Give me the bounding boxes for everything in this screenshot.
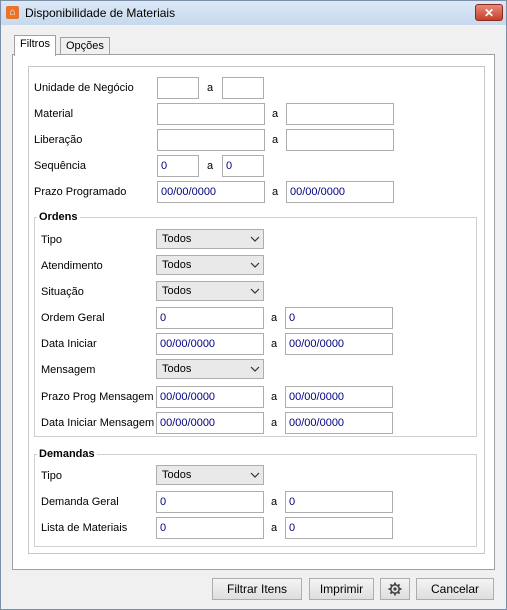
range-separator: a: [271, 338, 278, 350]
sequencia-label: Sequência: [34, 160, 86, 172]
prazo-label: Prazo Programado: [34, 186, 127, 198]
data-ini-msg-label: Data Iniciar Mensagem: [41, 417, 155, 429]
situacao-select[interactable]: Todos: [156, 281, 264, 301]
mensagem-label: Mensagem: [41, 364, 96, 376]
chevron-down-icon: [250, 288, 260, 294]
chevron-down-icon: [250, 366, 260, 372]
title-bar[interactable]: ⌂ Disponibilidade de Materiais ✕: [1, 1, 506, 25]
prazo-msg-to-input[interactable]: 00/00/0000: [285, 386, 393, 408]
filtrar-itens-button[interactable]: Filtrar Itens: [212, 578, 302, 600]
lista-materiais-from-input[interactable]: 0: [156, 517, 264, 539]
chevron-down-icon: [250, 262, 260, 268]
atendimento-value: Todos: [162, 259, 192, 271]
ordens-tipo-value: Todos: [162, 233, 192, 245]
unidade-from-input[interactable]: [157, 77, 199, 99]
ordens-tipo-label: Tipo: [41, 234, 62, 246]
settings-button[interactable]: [380, 578, 410, 600]
material-label: Material: [34, 108, 74, 120]
demandas-group-title: Demandas: [37, 448, 97, 460]
range-separator: a: [271, 522, 278, 534]
dialog-window: ⌂ Disponibilidade de Materiais ✕ Filtros…: [0, 0, 507, 610]
range-separator: a: [271, 496, 278, 508]
data-iniciar-label: Data Iniciar: [41, 338, 97, 350]
demanda-geral-to-input[interactable]: 0: [285, 491, 393, 513]
data-ini-msg-from-input[interactable]: 00/00/0000: [156, 412, 264, 434]
atendimento-select[interactable]: Todos: [156, 255, 264, 275]
range-separator: a: [207, 160, 214, 172]
range-separator: a: [272, 134, 279, 146]
cancelar-button[interactable]: Cancelar: [416, 578, 494, 600]
range-separator: a: [272, 186, 279, 198]
app-home-icon: ⌂: [6, 6, 19, 19]
sequencia-from-input[interactable]: 0: [157, 155, 199, 177]
close-button[interactable]: ✕: [475, 4, 503, 21]
tab-filtros[interactable]: Filtros: [14, 35, 56, 56]
situacao-value: Todos: [162, 285, 192, 297]
ordem-geral-label: Ordem Geral: [41, 312, 105, 324]
window-title: Disponibilidade de Materiais: [25, 6, 176, 20]
imprimir-button[interactable]: Imprimir: [309, 578, 374, 600]
prazo-from-input[interactable]: 00/00/0000: [157, 181, 265, 203]
data-iniciar-to-input[interactable]: 00/00/0000: [285, 333, 393, 355]
lista-materiais-label: Lista de Materiais: [41, 522, 128, 534]
range-separator: a: [271, 391, 278, 403]
ordem-geral-from-input[interactable]: 0: [156, 307, 264, 329]
demandas-tipo-label: Tipo: [41, 470, 62, 482]
liberacao-from-input[interactable]: [157, 129, 265, 151]
material-from-input[interactable]: [157, 103, 265, 125]
material-to-input[interactable]: [286, 103, 394, 125]
range-separator: a: [271, 312, 278, 324]
chevron-down-icon: [250, 236, 260, 242]
liberacao-to-input[interactable]: [286, 129, 394, 151]
ordens-tipo-select[interactable]: Todos: [156, 229, 264, 249]
gear-icon: [388, 582, 402, 596]
demandas-tipo-select[interactable]: Todos: [156, 465, 264, 485]
sequencia-to-input[interactable]: 0: [222, 155, 264, 177]
ordem-geral-to-input[interactable]: 0: [285, 307, 393, 329]
demanda-geral-label: Demanda Geral: [41, 496, 119, 508]
unidade-to-input[interactable]: [222, 77, 264, 99]
data-iniciar-from-input[interactable]: 00/00/0000: [156, 333, 264, 355]
range-separator: a: [272, 108, 279, 120]
situacao-label: Situação: [41, 286, 84, 298]
range-separator: a: [207, 82, 214, 94]
prazo-msg-label: Prazo Prog Mensagem: [41, 391, 154, 403]
lista-materiais-to-input[interactable]: 0: [285, 517, 393, 539]
liberacao-label: Liberação: [34, 134, 83, 146]
range-separator: a: [271, 417, 278, 429]
tab-opcoes[interactable]: Opções: [60, 37, 110, 55]
mensagem-value: Todos: [162, 363, 192, 375]
atendimento-label: Atendimento: [41, 260, 103, 272]
ordens-group-title: Ordens: [37, 211, 80, 223]
chevron-down-icon: [250, 472, 260, 478]
data-ini-msg-to-input[interactable]: 00/00/0000: [285, 412, 393, 434]
prazo-to-input[interactable]: 00/00/0000: [286, 181, 394, 203]
demandas-tipo-value: Todos: [162, 469, 192, 481]
demanda-geral-from-input[interactable]: 0: [156, 491, 264, 513]
unidade-label: Unidade de Negócio: [34, 82, 134, 94]
prazo-msg-from-input[interactable]: 00/00/0000: [156, 386, 264, 408]
mensagem-select[interactable]: Todos: [156, 359, 264, 379]
